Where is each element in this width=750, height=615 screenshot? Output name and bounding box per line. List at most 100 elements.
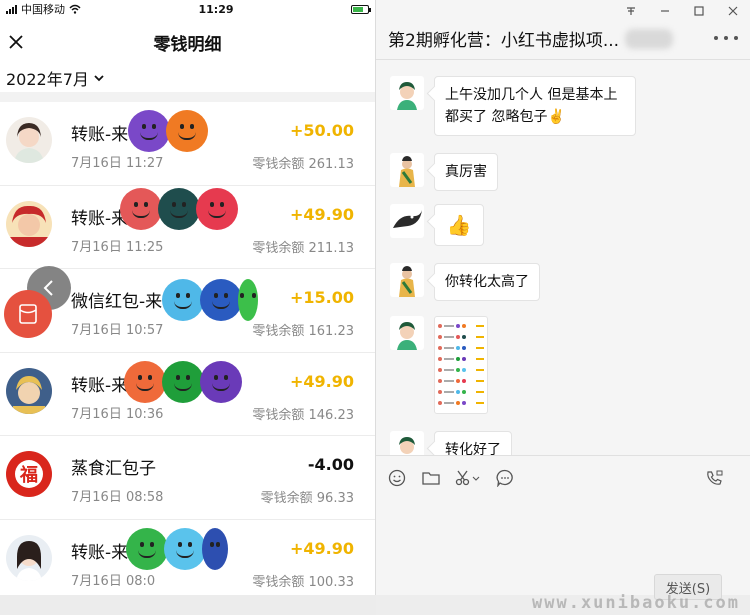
smiley-icon <box>162 279 204 321</box>
message-bubble: 真厉害 <box>434 153 498 191</box>
clock: 11:29 <box>198 2 234 16</box>
video-call-icon <box>707 470 723 485</box>
avatar <box>6 367 52 414</box>
chat-window: 第2期孵化营：小红书虚拟项... 上午没加几个人 但是基本上都买了 忽略包子✌️… <box>376 0 750 595</box>
message: 转化好了 <box>390 431 512 455</box>
transaction-row[interactable]: 转账-来 7月16日 11:25 +49.90 零钱余额 211.13 <box>0 186 375 269</box>
transaction-amount: +49.90 <box>289 371 354 391</box>
smiley-mosaic <box>126 527 228 570</box>
video-call-button[interactable] <box>704 467 726 489</box>
avatar <box>390 316 424 350</box>
avatar <box>6 534 52 581</box>
red-packet-icon <box>19 304 37 324</box>
smiley-mosaic <box>120 187 238 230</box>
chevron-down-icon <box>94 75 104 82</box>
transaction-amount: +50.00 <box>289 121 354 140</box>
transaction-amount: +49.90 <box>289 538 354 558</box>
pin-icon <box>627 7 635 15</box>
transaction-balance: 零钱余额 96.33 <box>260 491 354 506</box>
transaction-balance: 零钱余额 161.23 <box>252 324 354 339</box>
thumbs-up-icon: 👍 <box>446 213 472 237</box>
wifi-icon <box>69 4 81 14</box>
emoji-button[interactable] <box>386 467 408 489</box>
transaction-title: 转账-来 <box>71 542 129 563</box>
avatar <box>6 200 52 247</box>
message-bubble: 上午没加几个人 但是基本上都买了 忽略包子✌️ <box>434 76 636 136</box>
chat-header: 第2期孵化营：小红书虚拟项... <box>376 18 750 60</box>
transaction-title: 微信红包-来 <box>71 292 163 312</box>
message-bubble: 转化好了 <box>434 431 512 455</box>
smiley-mosaic <box>124 360 242 403</box>
transaction-date: 7月16日 11:27 <box>71 156 164 171</box>
image-message[interactable] <box>434 316 488 414</box>
avatar <box>390 204 424 238</box>
message: 你转化太高了 <box>390 263 540 301</box>
watermark: www.xunibaoku.com <box>532 593 740 613</box>
scissors-icon <box>455 470 480 485</box>
smiley-icon <box>166 110 208 152</box>
smiley-icon <box>128 110 170 152</box>
message: 真厉害 <box>390 153 498 191</box>
battery-icon <box>350 4 371 14</box>
transaction-date: 7月16日 08:58 <box>71 490 164 505</box>
avatar <box>390 263 424 297</box>
message-input[interactable] <box>376 499 750 569</box>
red-packet-button[interactable] <box>4 290 52 338</box>
smiley-icon <box>238 279 258 321</box>
transaction-balance: 零钱余额 100.33 <box>252 574 354 590</box>
screenshot-button[interactable] <box>454 467 482 489</box>
transaction-date: 7月16日 10:57 <box>71 323 164 338</box>
smiley-icon <box>164 527 206 570</box>
transaction-amount: -4.00 <box>307 455 354 474</box>
transaction-balance: 零钱余额 261.13 <box>252 157 354 172</box>
message-bubble: 你转化太高了 <box>434 263 540 301</box>
divider <box>0 92 375 102</box>
minimize-icon <box>661 10 669 12</box>
input-toolbar <box>376 455 750 499</box>
transaction-amount: +49.90 <box>289 204 354 224</box>
phone-screen: 中国移动 11:29 零钱明细 2022年7月 转账-来 7月16日 11:27… <box>0 0 376 595</box>
transaction-row[interactable]: 转账-来 7月16日 08:0 +49.90 零钱余额 100.33 <box>0 520 375 596</box>
emoji-icon <box>388 469 406 486</box>
screenshot-root: 中国移动 11:29 零钱明细 2022年7月 转账-来 7月16日 11:27… <box>0 0 750 615</box>
smiley-icon <box>162 360 204 403</box>
smiley-icon <box>196 187 238 230</box>
close-button[interactable] <box>4 30 28 54</box>
close-icon <box>9 35 23 49</box>
month-picker[interactable]: 2022年7月 <box>0 66 375 90</box>
chevron-left-icon <box>43 280 53 296</box>
smiley-icon <box>158 187 200 230</box>
smiley-icon <box>202 527 228 570</box>
transaction-row[interactable]: 转账-来 7月16日 11:27 +50.00 零钱余额 261.13 <box>0 102 375 186</box>
transaction-row[interactable]: 转账-来自 7月16日 10:36 +49.90 零钱余额 146.23 <box>0 353 375 436</box>
message: 上午没加几个人 但是基本上都买了 忽略包子✌️ <box>390 76 636 136</box>
message-bubble: 👍 <box>434 204 484 246</box>
transaction-date: 7月16日 10:36 <box>71 406 164 422</box>
message-list: 上午没加几个人 但是基本上都买了 忽略包子✌️ 真厉害 👍 你转化太高了 转化好… <box>376 61 750 455</box>
smiley-icon <box>200 360 242 403</box>
blurred-region <box>625 28 674 49</box>
transaction-title: 蒸食汇包子 <box>71 459 156 479</box>
transaction-row[interactable]: 福 蒸食汇包子 7月16日 08:58 -4.00 零钱余额 96.33 <box>0 436 375 520</box>
chat-bubble-icon <box>496 469 513 487</box>
nav-bar: 零钱明细 <box>0 18 375 66</box>
carrier-label: 中国移动 <box>21 3 65 16</box>
folder-icon <box>422 471 440 485</box>
page-title: 零钱明细 <box>153 34 222 55</box>
store-logo: 福 <box>20 465 38 486</box>
smiley-mosaic <box>162 279 258 321</box>
chat-history-button[interactable] <box>494 467 516 489</box>
transaction-title: 转账-来 <box>71 125 129 145</box>
transaction-date: 7月16日 11:25 <box>71 239 164 255</box>
avatar <box>390 431 424 455</box>
transaction-balance: 零钱余额 146.23 <box>252 407 354 423</box>
smiley-icon <box>126 527 168 570</box>
month-label: 2022年7月 <box>6 70 89 89</box>
avatar <box>390 153 424 187</box>
smiley-icon <box>124 360 166 403</box>
file-button[interactable] <box>420 467 442 489</box>
avatar <box>6 117 52 163</box>
smiley-icon <box>120 187 162 230</box>
more-button[interactable] <box>714 28 738 48</box>
close-icon <box>728 6 738 16</box>
